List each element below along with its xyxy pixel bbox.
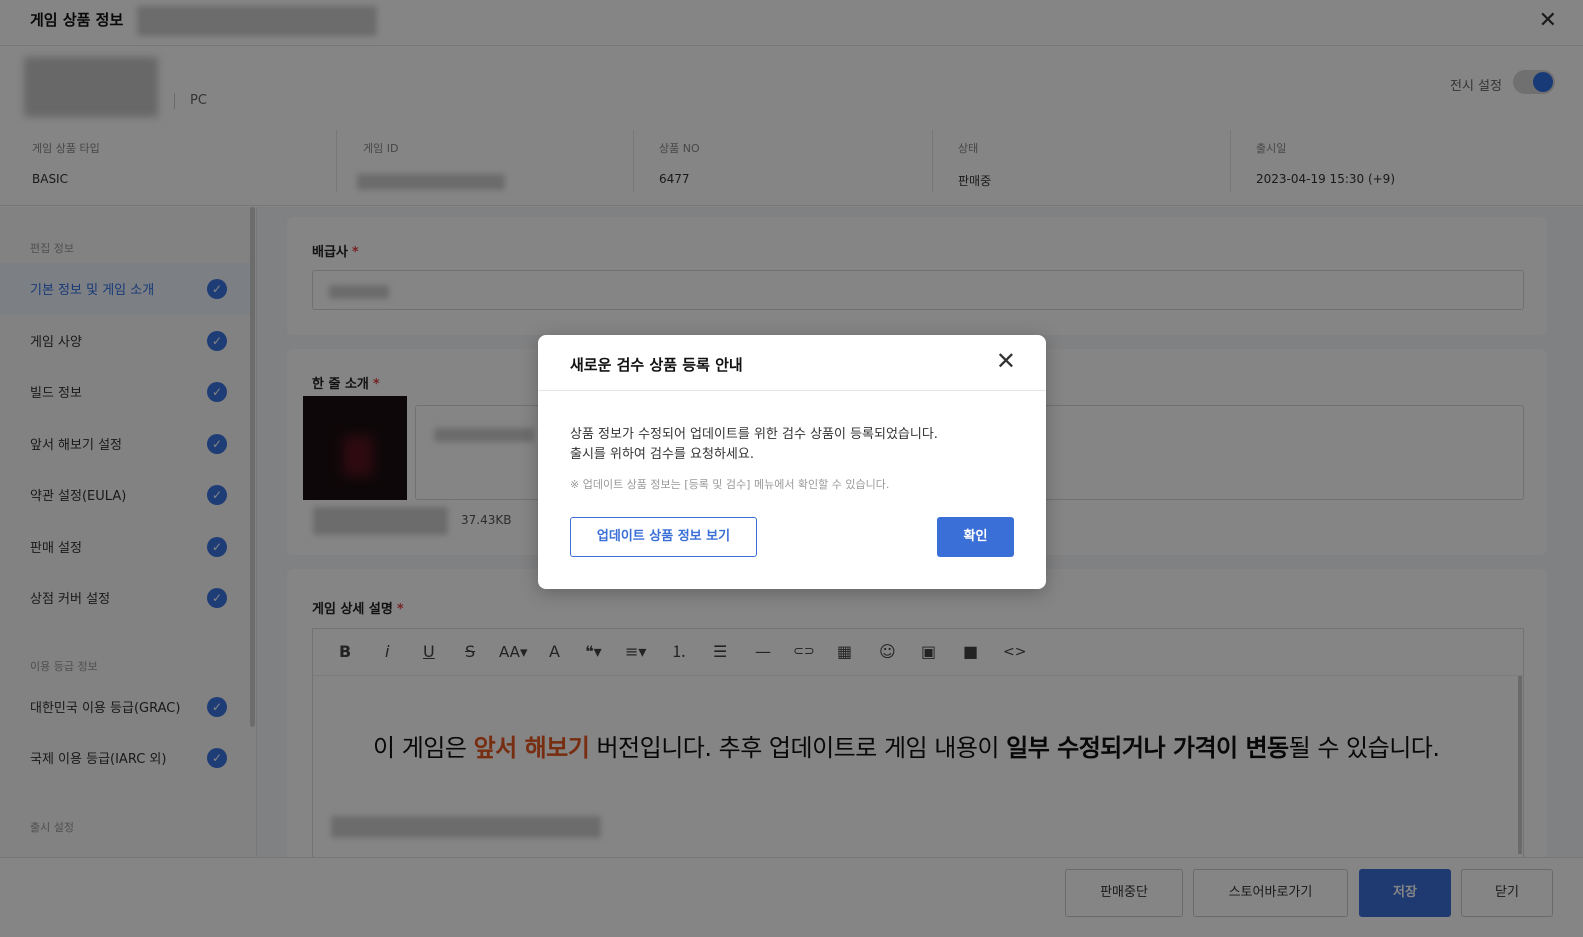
- divider: [538, 390, 1046, 391]
- view-update-info-button[interactable]: 업데이트 상품 정보 보기: [570, 517, 757, 557]
- modal-note: ※ 업데이트 상품 정보는 [등록 및 검수] 메뉴에서 확인할 수 있습니다.: [570, 478, 890, 491]
- close-icon[interactable]: ✕: [996, 349, 1016, 373]
- modal-title: 새로운 검수 상품 등록 안내: [570, 356, 743, 374]
- confirm-button[interactable]: 확인: [937, 517, 1014, 557]
- modal-message-line1: 상품 정보가 수정되어 업데이트를 위한 검수 상품이 등록되었습니다.: [570, 427, 938, 442]
- modal-message-line2: 출시를 위하여 검수를 요청하세요.: [570, 447, 754, 462]
- inspection-notice-modal: 새로운 검수 상품 등록 안내 ✕ 상품 정보가 수정되어 업데이트를 위한 검…: [538, 335, 1046, 589]
